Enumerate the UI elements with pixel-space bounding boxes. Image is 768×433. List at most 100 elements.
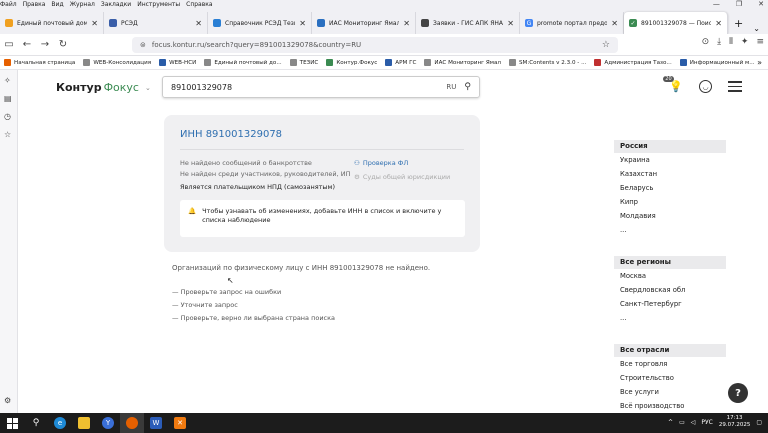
close-tab-icon[interactable]: ✕	[611, 19, 618, 28]
check-person-link[interactable]: ⚇ Проверка ФЛ	[354, 159, 408, 167]
file-explorer-icon[interactable]	[72, 413, 96, 433]
filter-item[interactable]: Украина	[614, 153, 726, 167]
close-tab-icon[interactable]: ✕	[195, 19, 202, 28]
bookmark-item[interactable]: Администрация Тазо...	[594, 59, 672, 66]
filter-more[interactable]: ...	[614, 223, 726, 237]
bookmark-item[interactable]: WEB-НСИ	[159, 59, 196, 66]
bookmark-item[interactable]: Контур.Фокус	[326, 59, 377, 66]
tab-rsed[interactable]: РСЭД ✕	[104, 12, 208, 34]
firefox-icon[interactable]	[120, 413, 144, 433]
help-button[interactable]: ?	[728, 383, 748, 403]
language-indicator[interactable]: РУС	[701, 419, 712, 426]
inn-title[interactable]: ИНН 891001329078	[180, 129, 282, 140]
menu-view[interactable]: Вид	[51, 0, 63, 9]
menu-file[interactable]: Файл	[0, 0, 17, 9]
chevron-down-icon[interactable]: ⌄	[753, 24, 760, 33]
filter-item[interactable]: Все торговля	[614, 357, 726, 371]
bookmark-item[interactable]: Начальная страница	[4, 59, 75, 66]
word-icon[interactable]: W	[144, 413, 168, 433]
hint-item: — Проверьте, верно ли выбрана страна пои…	[172, 314, 336, 322]
page-icon	[424, 59, 432, 66]
app-icon[interactable]: ✕	[168, 413, 192, 433]
kontur-logo[interactable]: Контур Фокус ⌄	[56, 81, 151, 94]
tabs-icon[interactable]: ▤	[4, 94, 12, 103]
bookmark-item[interactable]: ТЕЗИС	[289, 59, 318, 66]
filter-item[interactable]: Кипр	[614, 195, 726, 209]
history-icon[interactable]: ◷	[4, 112, 11, 121]
filter-item[interactable]: Строительство	[614, 371, 726, 385]
search-input[interactable]: 891001329078 RU ⚲	[162, 76, 480, 98]
close-tab-icon[interactable]: ✕	[507, 19, 514, 28]
search-icon[interactable]: ⚲	[24, 413, 48, 433]
bookmark-item[interactable]: Единый почтовый до...	[204, 59, 282, 66]
maximize-icon[interactable]: ❐	[736, 0, 742, 9]
close-icon[interactable]: ✕	[758, 0, 764, 9]
bookmark-icon[interactable]: ☆	[4, 130, 11, 139]
menu-edit[interactable]: Правка	[23, 0, 46, 9]
close-tab-icon[interactable]: ✕	[299, 19, 306, 28]
network-icon[interactable]: ▭	[679, 419, 685, 426]
filter-header[interactable]: Все отрасли	[614, 344, 726, 357]
bookmark-item[interactable]: Информационный м...	[679, 59, 755, 66]
tab-gis[interactable]: Заявки - ГИС АПК ЯНАО ✕	[416, 12, 520, 34]
chevron-up-icon[interactable]: ^	[668, 419, 673, 426]
notifications-button[interactable]: 20 💡	[663, 76, 683, 93]
filter-header[interactable]: Все регионы	[614, 256, 726, 269]
menu-icon[interactable]	[728, 81, 742, 92]
close-tab-icon[interactable]: ✕	[403, 19, 410, 28]
notifications-icon[interactable]: ▢	[756, 419, 762, 426]
tab-focus-search[interactable]: ✓ 891001329078 — Поиск ✕	[624, 12, 728, 34]
app-menu-icon[interactable]: ≡	[756, 37, 764, 47]
download-icon[interactable]: ⤓	[717, 37, 721, 47]
filter-item[interactable]: Москва	[614, 269, 726, 283]
ai-icon[interactable]: ✧	[4, 76, 11, 85]
filter-item[interactable]: Казахстан	[614, 167, 726, 181]
bookmark-item[interactable]: SM:Contents v 2.3.0 - ...	[508, 59, 586, 66]
country-selector[interactable]: RU	[446, 83, 456, 91]
menu-help[interactable]: Справка	[186, 0, 212, 9]
bookmark-item[interactable]: ИАС Мониторинг Ямал	[424, 59, 501, 66]
site-info-icon[interactable]: ⊜	[140, 41, 146, 49]
menu-history[interactable]: Журнал	[70, 0, 95, 9]
tab-google[interactable]: Gpromote портал предоста✕	[520, 12, 624, 34]
url-bar[interactable]: ⊜ focus.kontur.ru/search?query=891001329…	[132, 37, 618, 53]
clock[interactable]: 17:13 29.07.2025	[719, 415, 751, 429]
filter-more[interactable]: ...	[614, 311, 726, 325]
bookmark-star-icon[interactable]: ☆	[602, 40, 610, 50]
tab-mail[interactable]: Единый почтовый домен✕	[0, 12, 104, 34]
chevron-down-icon[interactable]: ⌄	[145, 84, 151, 92]
filter-item[interactable]: Свердловская обл	[614, 283, 726, 297]
yandex-browser-icon[interactable]: Y	[96, 413, 120, 433]
reload-icon[interactable]: ↻	[54, 36, 72, 54]
bookmark-item[interactable]: АРМ ГС	[385, 59, 416, 66]
back-icon[interactable]: ←	[18, 36, 36, 54]
chevron-right-icon[interactable]: »	[757, 58, 762, 67]
library-icon[interactable]: ⫴	[729, 37, 733, 47]
tab-tezis[interactable]: Справочник РСЭД Тезис ✕	[208, 12, 312, 34]
filter-item[interactable]: Молдавия	[614, 209, 726, 223]
windows-start-icon[interactable]	[0, 413, 24, 433]
minimize-icon[interactable]: —	[713, 0, 720, 9]
settings-icon[interactable]: ⚙	[4, 396, 11, 405]
filter-item[interactable]: Санкт-Петербург	[614, 297, 726, 311]
new-tab-button[interactable]: +	[728, 12, 749, 34]
filter-item[interactable]: Беларусь	[614, 181, 726, 195]
menu-tools[interactable]: Инструменты	[137, 0, 180, 9]
menu-bookmarks[interactable]: Закладки	[101, 0, 131, 9]
forward-icon[interactable]: →	[36, 36, 54, 54]
npd-status: Является плательщиком НПД (самозанятым)	[180, 183, 335, 191]
tab-ias[interactable]: ИАС Мониторинг Ямал ✕	[312, 12, 416, 34]
close-tab-icon[interactable]: ✕	[715, 19, 722, 28]
volume-icon[interactable]: ◁	[691, 419, 696, 426]
edge-icon[interactable]: e	[48, 413, 72, 433]
close-tab-icon[interactable]: ✕	[91, 19, 98, 28]
sidebar-toggle-icon[interactable]: ▭	[0, 36, 18, 54]
extensions-icon[interactable]: ✦	[741, 37, 749, 47]
user-icon[interactable]: ◡	[699, 80, 712, 93]
pocket-icon[interactable]: ⊙	[702, 37, 710, 47]
filter-header[interactable]: Россия	[614, 140, 726, 153]
filter-item[interactable]: Всё производство	[614, 399, 726, 413]
bookmark-item[interactable]: WEB-Консолидация	[83, 59, 151, 66]
search-icon[interactable]: ⚲	[464, 82, 471, 92]
filter-item[interactable]: Все услуги	[614, 385, 726, 399]
